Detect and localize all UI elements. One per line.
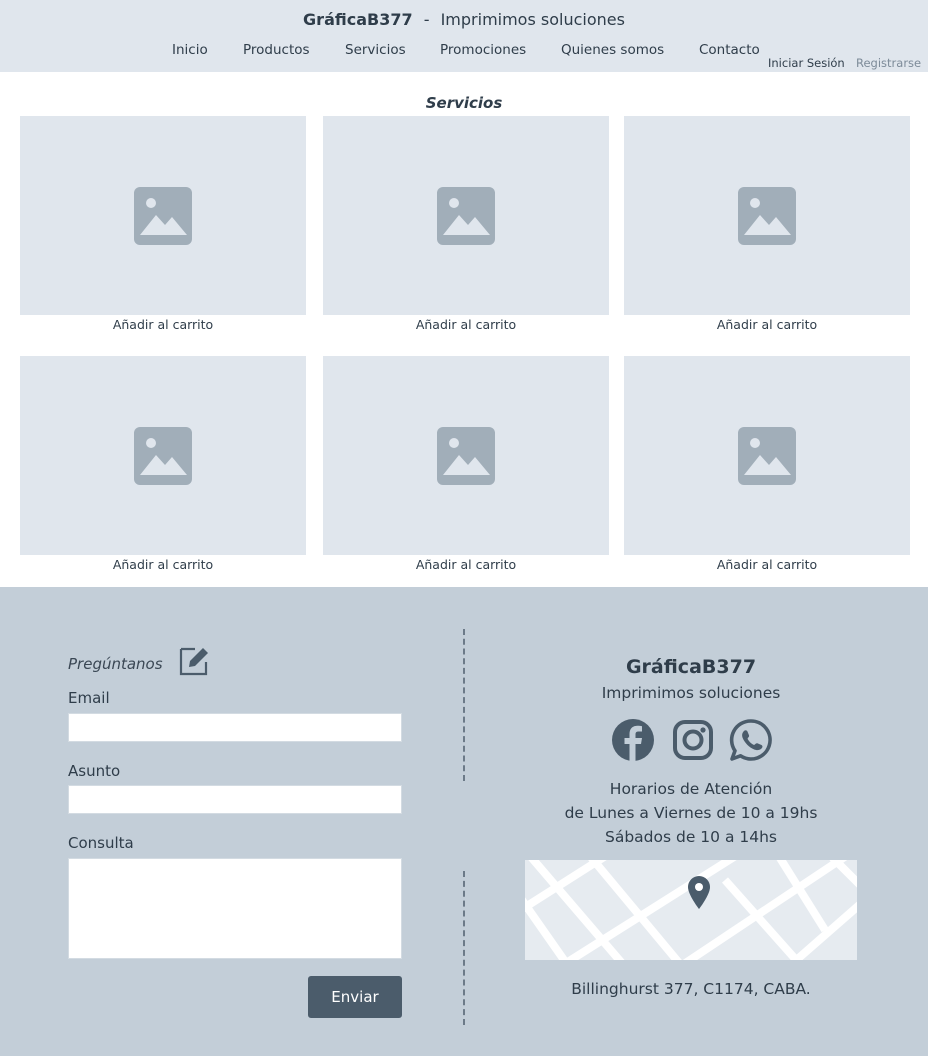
add-to-cart-link[interactable]: Añadir al carrito bbox=[624, 317, 910, 332]
service-image bbox=[323, 356, 609, 555]
hours-saturday: Sábados de 10 a 14hs bbox=[605, 828, 777, 846]
image-placeholder-icon bbox=[134, 426, 192, 485]
nav-item-promociones[interactable]: Promociones bbox=[440, 42, 526, 58]
service-image bbox=[624, 356, 910, 555]
image-placeholder-icon bbox=[437, 186, 495, 245]
email-label: Email bbox=[68, 689, 110, 707]
edit-icon bbox=[179, 647, 208, 676]
image-placeholder-icon bbox=[738, 426, 796, 485]
service-image bbox=[20, 356, 306, 555]
map-pin-icon bbox=[688, 876, 710, 909]
footer-brand: GráficaB377 bbox=[625, 656, 757, 678]
service-card: Añadir al carrito bbox=[323, 356, 609, 580]
add-to-cart-link[interactable]: Añadir al carrito bbox=[20, 317, 306, 332]
service-image bbox=[323, 116, 609, 315]
add-to-cart-link[interactable]: Añadir al carrito bbox=[323, 557, 609, 572]
brand-name[interactable]: GráficaB377 bbox=[303, 10, 413, 29]
service-card: Añadir al carrito bbox=[624, 356, 910, 580]
nav-item-productos[interactable]: Productos bbox=[243, 42, 310, 58]
email-field[interactable] bbox=[68, 713, 402, 742]
image-placeholder-icon bbox=[738, 186, 796, 245]
service-image bbox=[20, 116, 306, 315]
footer-tagline: Imprimimos soluciones bbox=[601, 684, 781, 702]
social-links bbox=[608, 717, 778, 763]
service-card: Añadir al carrito bbox=[20, 356, 306, 580]
form-title: Pregúntanos bbox=[68, 655, 163, 673]
site-footer: Pregúntanos Email Asunto Consulta Enviar… bbox=[0, 587, 928, 1056]
hours-title: Horarios de Atención bbox=[609, 780, 773, 798]
section-title: Servicios bbox=[425, 94, 503, 112]
service-card: Añadir al carrito bbox=[323, 116, 609, 340]
address: Billinghurst 377, C1174, CABA. bbox=[571, 980, 811, 998]
location-map[interactable] bbox=[525, 860, 857, 960]
service-card: Añadir al carrito bbox=[624, 116, 910, 340]
site-header: GráficaB377 - Imprimimos soluciones Inic… bbox=[0, 0, 928, 72]
divider-bottom bbox=[463, 871, 465, 1025]
send-button[interactable]: Enviar bbox=[308, 976, 402, 1018]
add-to-cart-link[interactable]: Añadir al carrito bbox=[20, 557, 306, 572]
add-to-cart-link[interactable]: Añadir al carrito bbox=[323, 317, 609, 332]
service-image bbox=[624, 116, 910, 315]
nav-item-quienes-somos[interactable]: Quienes somos bbox=[561, 42, 664, 58]
brand-tagline: Imprimimos soluciones bbox=[440, 10, 625, 29]
hours-weekdays: de Lunes a Viernes de 10 a 19hs bbox=[564, 804, 818, 822]
instagram-icon[interactable] bbox=[670, 717, 716, 763]
nav-item-servicios[interactable]: Servicios bbox=[345, 42, 406, 58]
subject-field[interactable] bbox=[68, 785, 402, 814]
whatsapp-icon[interactable] bbox=[728, 717, 774, 763]
subject-label: Asunto bbox=[68, 762, 121, 780]
brand-line: GráficaB377 - Imprimimos soluciones bbox=[0, 10, 928, 29]
query-label: Consulta bbox=[68, 834, 134, 852]
login-link[interactable]: Iniciar Sesión bbox=[768, 56, 845, 70]
image-placeholder-icon bbox=[437, 426, 495, 485]
add-to-cart-link[interactable]: Añadir al carrito bbox=[624, 557, 910, 572]
register-link[interactable]: Registrarse bbox=[856, 56, 921, 70]
nav-item-inicio[interactable]: Inicio bbox=[172, 42, 208, 58]
brand-separator: - bbox=[423, 10, 430, 29]
facebook-icon[interactable] bbox=[610, 717, 656, 763]
image-placeholder-icon bbox=[134, 186, 192, 245]
query-textarea[interactable] bbox=[68, 858, 402, 959]
divider-top bbox=[463, 629, 465, 781]
service-card: Añadir al carrito bbox=[20, 116, 306, 340]
nav-item-contacto[interactable]: Contacto bbox=[699, 42, 760, 58]
